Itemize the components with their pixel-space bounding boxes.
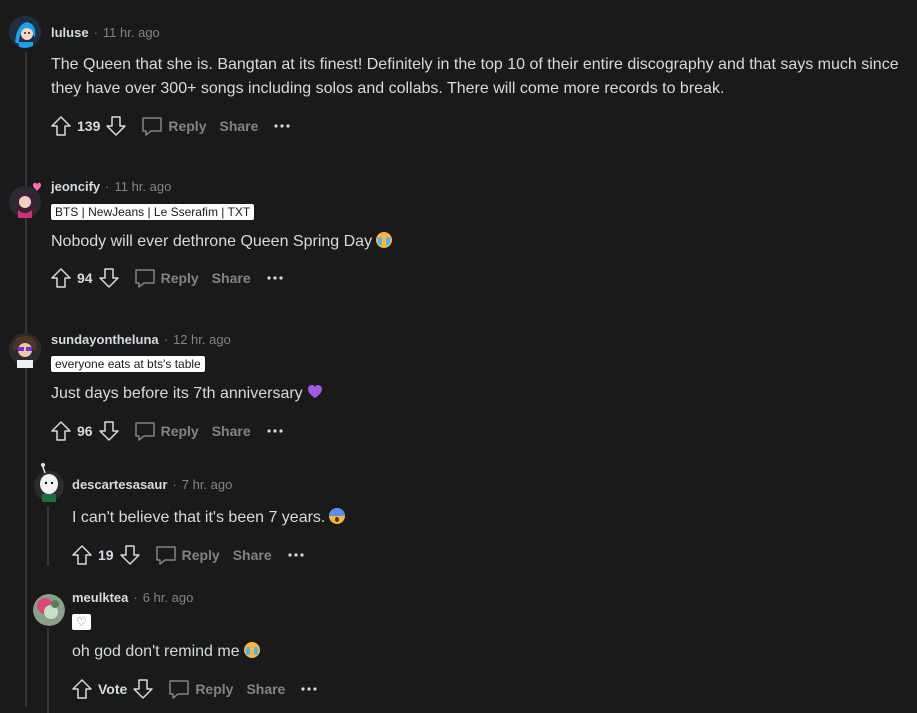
avatar[interactable]: [32, 462, 66, 502]
upvote-icon[interactable]: [70, 677, 94, 701]
face-screaming-in-fear-icon: [329, 508, 346, 524]
avatar[interactable]: [8, 330, 42, 368]
comment-actions: 139 Reply Share: [49, 114, 292, 138]
reply-icon[interactable]: [133, 419, 157, 443]
reply-icon[interactable]: [133, 266, 157, 290]
comment-actions: 96 Reply Share: [49, 419, 285, 443]
thread-line-nested-2[interactable]: [47, 628, 49, 713]
downvote-icon[interactable]: [131, 677, 155, 701]
author-name[interactable]: meulktea: [72, 590, 128, 605]
author-name[interactable]: descartesasaur: [72, 477, 167, 492]
comment-body: The Queen that she is. Bangtan at its fi…: [51, 53, 906, 101]
author-name[interactable]: luluse: [51, 25, 89, 40]
reply-icon[interactable]: [154, 543, 178, 567]
reply-button[interactable]: Reply: [182, 547, 220, 563]
downvote-icon[interactable]: [118, 543, 142, 567]
reply-button[interactable]: Reply: [161, 423, 199, 439]
share-button[interactable]: Share: [246, 681, 285, 697]
avatar[interactable]: [33, 594, 65, 626]
timestamp[interactable]: 7 hr. ago: [182, 477, 233, 492]
more-options-icon[interactable]: [265, 268, 285, 288]
author-name[interactable]: jeoncify: [51, 179, 100, 194]
avatar[interactable]: [9, 16, 41, 48]
downvote-icon[interactable]: [104, 114, 128, 138]
separator: ·: [172, 477, 177, 492]
avatar[interactable]: [9, 182, 41, 218]
comment-meta: luluse · 11 hr. ago: [51, 25, 160, 40]
reply-button[interactable]: Reply: [161, 270, 199, 286]
more-options-icon[interactable]: [272, 116, 292, 136]
vote-score: 19: [98, 547, 114, 563]
separator: ·: [93, 25, 98, 40]
vote-score: Vote: [98, 681, 128, 697]
share-button[interactable]: Share: [219, 118, 258, 134]
reply-button[interactable]: Reply: [195, 681, 233, 697]
timestamp[interactable]: 12 hr. ago: [173, 332, 231, 347]
share-button[interactable]: Share: [233, 547, 272, 563]
user-flair: everyone eats at bts's table: [51, 356, 205, 372]
separator: ·: [133, 590, 138, 605]
thread-line-nested[interactable]: [47, 506, 49, 566]
reply-icon[interactable]: [167, 677, 191, 701]
upvote-icon[interactable]: [49, 419, 73, 443]
share-button[interactable]: Share: [212, 270, 251, 286]
comment-meta: meulktea · 6 hr. ago: [72, 590, 193, 605]
separator: ·: [105, 179, 110, 194]
comment-meta: jeoncify · 11 hr. ago: [51, 179, 171, 194]
upvote-icon[interactable]: [70, 543, 94, 567]
share-button[interactable]: Share: [212, 423, 251, 439]
upvote-icon[interactable]: [49, 266, 73, 290]
more-options-icon[interactable]: [286, 545, 306, 565]
separator: ·: [163, 332, 168, 347]
more-options-icon[interactable]: [265, 421, 285, 441]
more-options-icon[interactable]: [299, 679, 319, 699]
comment-body: I can't believe that it's been 7 years.: [72, 506, 902, 530]
user-flair: BTS | NewJeans | Le Sserafim | TXT: [51, 204, 255, 220]
timestamp[interactable]: 11 hr. ago: [114, 179, 171, 194]
comment-meta: sundayontheluna · 12 hr. ago: [51, 332, 231, 347]
comment-actions: 94 Reply Share: [49, 266, 285, 290]
comment-text: Just days before its 7th anniversary: [51, 385, 303, 402]
timestamp[interactable]: 6 hr. ago: [143, 590, 194, 605]
downvote-icon[interactable]: [97, 266, 121, 290]
comment-body: oh god don't remind me: [72, 640, 902, 664]
comment-actions: Vote Reply Share: [70, 677, 319, 701]
loudly-crying-face-icon: [376, 232, 393, 248]
comment-text: Nobody will ever dethrone Queen Spring D…: [51, 233, 373, 250]
user-flair: ♡: [72, 614, 91, 630]
downvote-icon[interactable]: [97, 419, 121, 443]
comment-text: The Queen that she is. Bangtan at its fi…: [51, 56, 899, 97]
loudly-crying-face-icon: [243, 642, 260, 658]
vote-score: 96: [77, 423, 93, 439]
comment-actions: 19 Reply Share: [70, 543, 306, 567]
vote-score: 94: [77, 270, 93, 286]
comment-text: oh god don't remind me: [72, 643, 240, 660]
vote-score: 139: [77, 118, 101, 134]
comment-meta: descartesasaur · 7 hr. ago: [72, 477, 232, 492]
comment-body: Nobody will ever dethrone Queen Spring D…: [51, 230, 906, 254]
timestamp[interactable]: 11 hr. ago: [103, 25, 160, 40]
comment-body: Just days before its 7th anniversary: [51, 382, 906, 406]
comment-text: I can't believe that it's been 7 years.: [72, 509, 326, 526]
reply-button[interactable]: Reply: [168, 118, 206, 134]
purple-heart-icon: [307, 384, 323, 400]
upvote-icon[interactable]: [49, 114, 73, 138]
author-name[interactable]: sundayontheluna: [51, 332, 159, 347]
thread-line-root[interactable]: [25, 52, 27, 707]
reply-icon[interactable]: [140, 114, 164, 138]
